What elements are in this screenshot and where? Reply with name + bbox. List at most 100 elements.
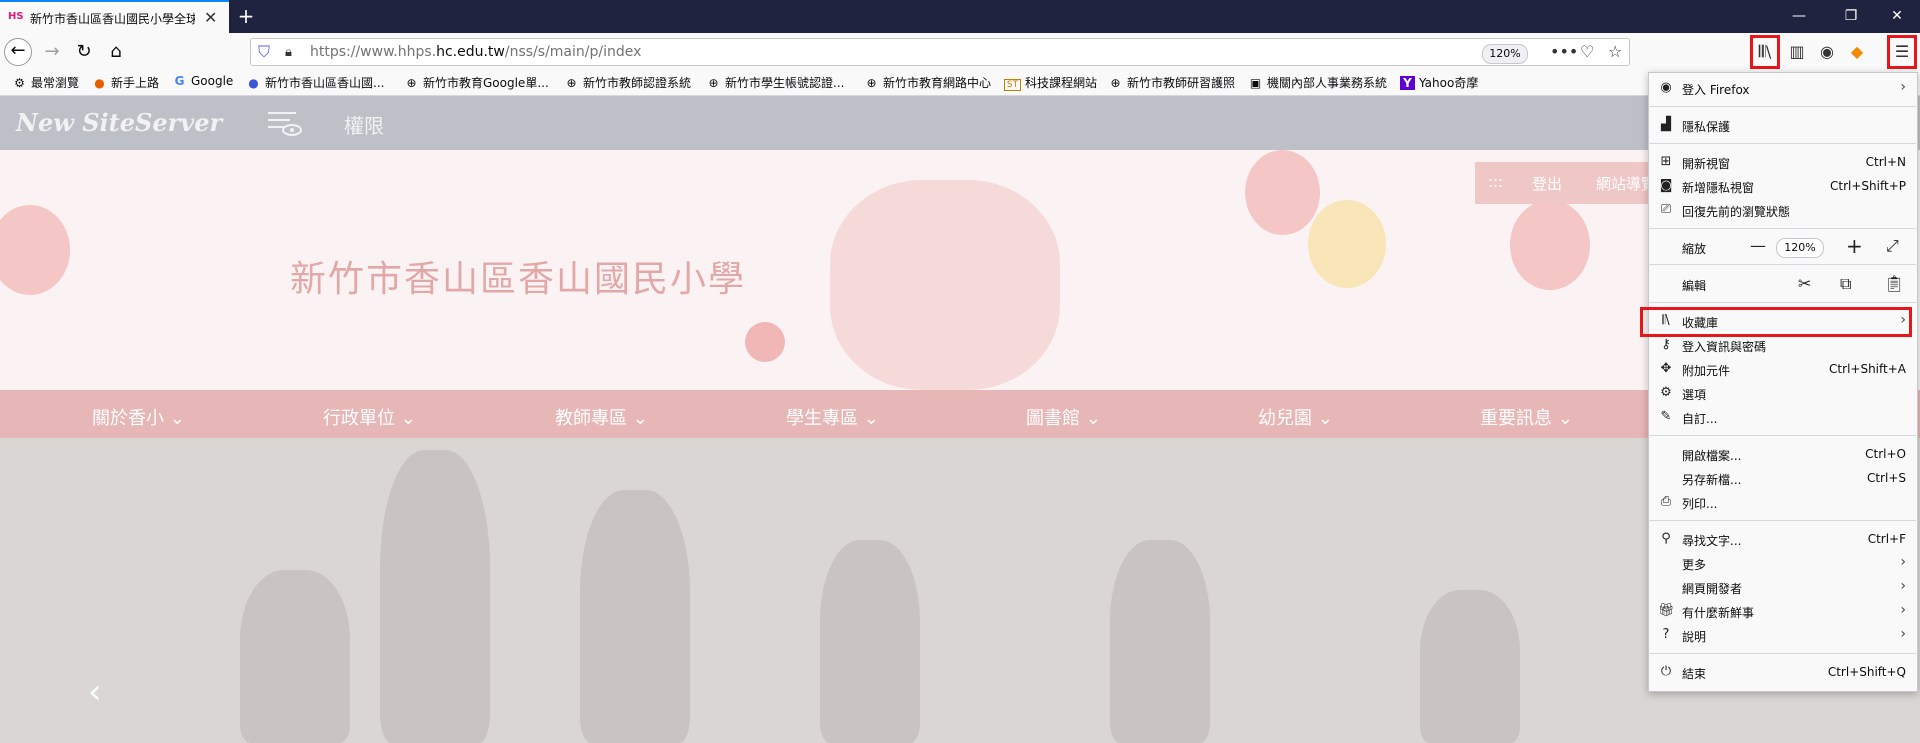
key-icon: ⚷ xyxy=(1661,337,1671,352)
browser-tab[interactable]: HS 新竹市香山區香山國民小學全球資訊網 ✕ xyxy=(0,0,229,33)
menu-separator xyxy=(1648,106,1916,107)
paintbrush-icon: ✎ xyxy=(1660,409,1672,424)
menu-whats-new[interactable]: 🎁︎ 有什麼新鮮事 › xyxy=(1654,600,1916,624)
menu-separator xyxy=(1648,302,1916,303)
zoom-indicator[interactable]: 120% xyxy=(1482,44,1528,64)
bookmark-item[interactable]: ⊕ 新竹市教師認證系統 xyxy=(564,74,691,91)
menu-item[interactable]: 重要訊息 ⌄ xyxy=(1480,404,1573,430)
bookmark-item[interactable]: ⊕ 新竹市教育Google單... xyxy=(404,74,548,91)
paste-icon[interactable]: 📋︎ xyxy=(1884,274,1904,293)
bookmark-item[interactable]: ST 科技課程網站 xyxy=(1004,74,1097,91)
menu-restore-session[interactable]: ⎚ 回復先前的瀏覽狀態 xyxy=(1654,199,1916,223)
menu-item[interactable]: 學生專區 ⌄ xyxy=(786,404,879,430)
url-text[interactable]: https://www.hhps.hc.edu.tw/nss/s/main/p/… xyxy=(310,44,641,60)
account-icon: ◉ xyxy=(1660,80,1672,95)
chevron-right-icon: › xyxy=(1900,578,1906,594)
logout-link[interactable]: 登出 xyxy=(1532,173,1562,194)
tab-close-icon[interactable]: ✕ xyxy=(204,8,217,27)
cut-icon[interactable]: ✂ xyxy=(1798,274,1811,293)
globe-icon: ⊕ xyxy=(406,76,417,90)
zoom-in-button[interactable]: + xyxy=(1846,234,1863,258)
restore-button[interactable]: ❐ xyxy=(1828,0,1874,33)
menu-item[interactable]: 圖書館 ⌄ xyxy=(1026,404,1101,430)
gear-icon: ⚙ xyxy=(14,76,25,90)
menu-item[interactable]: 教師專區 ⌄ xyxy=(555,404,648,430)
menu-options[interactable]: ⚙ 選項 xyxy=(1654,382,1916,406)
sidebar-icon[interactable]: ▥ xyxy=(1782,38,1812,66)
bookmark-star-icon[interactable]: ☆ xyxy=(1608,42,1622,61)
sitemap-link[interactable]: 網站導覽 xyxy=(1596,173,1656,194)
zoom-reset-button[interactable]: 120% xyxy=(1776,238,1824,258)
extension-icon[interactable]: ◆ xyxy=(1842,38,1872,66)
chevron-right-icon: › xyxy=(1900,602,1906,618)
forward-button[interactable]: → xyxy=(38,38,66,66)
accesskey-link[interactable]: ::: xyxy=(1488,173,1503,191)
carousel-prev-arrow[interactable]: ‹ xyxy=(88,672,102,712)
permission-link[interactable]: 權限 xyxy=(344,110,384,139)
school-name[interactable]: 新竹市香山區香山國民小學 xyxy=(290,250,746,302)
close-window-button[interactable]: ✕ xyxy=(1874,0,1920,33)
pocket-icon[interactable]: ♡ xyxy=(1580,42,1594,61)
bookmark-item[interactable]: ● 新手上路 xyxy=(92,74,159,91)
menu-help[interactable]: ? 說明 › xyxy=(1654,624,1916,648)
bookmark-item[interactable]: ● 新竹市香山區香山國... xyxy=(246,74,384,91)
account-icon[interactable]: ◉ xyxy=(1812,38,1842,66)
power-icon: ⏻ xyxy=(1660,664,1672,679)
menu-open-file[interactable]: 開啟檔案... Ctrl+O xyxy=(1654,443,1916,467)
menu-new-private-window[interactable]: ◙ 新增隱私視窗 Ctrl+Shift+P xyxy=(1654,175,1916,199)
reload-button[interactable]: ↻ xyxy=(70,38,98,66)
globe-icon: ⊕ xyxy=(708,76,719,90)
menu-item[interactable]: 行政單位 ⌄ xyxy=(323,404,416,430)
yahoo-icon: Y xyxy=(1400,76,1415,90)
site-menu-icon[interactable] xyxy=(268,108,302,138)
menu-library[interactable]: 𝄃\ 收藏庫 › xyxy=(1654,310,1916,334)
menu-signin[interactable]: ◉ 登入 Firefox › xyxy=(1654,77,1916,101)
menu-new-window[interactable]: ⊞ 開新視窗 Ctrl+N xyxy=(1654,151,1916,175)
bookmark-item[interactable]: ⚙ 最常瀏覽 xyxy=(12,74,79,91)
menu-quit[interactable]: ⏻ 結束 Ctrl+Shift+Q xyxy=(1654,661,1916,685)
menu-addons[interactable]: ✥ 附加元件 Ctrl+Shift+A xyxy=(1654,358,1916,382)
menu-item[interactable]: 關於香小 ⌄ xyxy=(92,404,185,430)
photo-person xyxy=(1110,540,1210,743)
bookmark-item[interactable]: Y Yahoo奇摩 xyxy=(1400,74,1478,91)
menu-find[interactable]: ⚲ 尋找文字... Ctrl+F xyxy=(1654,528,1916,552)
new-tab-button[interactable]: + xyxy=(232,4,260,28)
firefox-icon: ● xyxy=(248,76,259,90)
menu-customize[interactable]: ✎ 自訂... xyxy=(1654,406,1916,430)
home-button[interactable]: ⌂ xyxy=(102,38,130,66)
hamburger-menu-icon[interactable]: ☰ xyxy=(1887,35,1917,69)
copy-icon[interactable]: ⧉ xyxy=(1840,274,1851,294)
menu-logins[interactable]: ⚷ 登入資訊與密碼 xyxy=(1654,334,1916,358)
back-button[interactable]: ← xyxy=(4,38,32,66)
image-icon: ▣ xyxy=(1249,76,1262,90)
lion-dance-illustration xyxy=(830,180,1060,390)
zoom-out-button[interactable]: — xyxy=(1750,236,1766,255)
page-actions-icon[interactable]: ••• xyxy=(1550,42,1578,61)
new-window-icon: ⊞ xyxy=(1660,154,1672,169)
chart-icon: ▟ xyxy=(1661,117,1671,132)
menu-item[interactable]: 幼兒園 ⌄ xyxy=(1258,404,1333,430)
tracking-shield-icon[interactable]: ⛉ xyxy=(258,42,270,62)
menu-web-developer[interactable]: 網頁開發者 › xyxy=(1654,576,1916,600)
site-logo[interactable]: New SiteServer xyxy=(16,108,222,137)
bookmark-item[interactable]: ▣ 機關內部人事業務系統 xyxy=(1248,74,1387,91)
bookmark-item[interactable]: ⊕ 新竹市學生帳號認證... xyxy=(706,74,844,91)
bookmark-item[interactable]: ⊕ 新竹市教育網路中心 xyxy=(864,74,991,91)
photo-person xyxy=(1420,590,1520,743)
menu-print[interactable]: ⎙ 列印... xyxy=(1654,491,1916,515)
lock-icon[interactable]: 🔒︎ xyxy=(285,45,292,60)
menu-privacy[interactable]: ▟ 隱私保護 xyxy=(1654,114,1916,138)
library-icon[interactable]: 𝄃𝄃\ xyxy=(1750,35,1780,69)
fullscreen-icon[interactable]: ⤢ xyxy=(1886,236,1899,256)
menu-save-as[interactable]: 另存新檔... Ctrl+S xyxy=(1654,467,1916,491)
restore-icon: ⎚ xyxy=(1660,202,1672,217)
globe-icon: ⊕ xyxy=(566,76,577,90)
bookmark-item[interactable]: G Google xyxy=(172,74,234,88)
lantern-decoration xyxy=(1245,150,1320,235)
menu-more[interactable]: 更多 › xyxy=(1654,552,1916,576)
gift-icon: 🎁︎ xyxy=(1658,603,1675,618)
gear-icon: ⚙ xyxy=(1660,385,1672,400)
bookmark-item[interactable]: ⊕ 新竹市教師研習護照 xyxy=(1108,74,1235,91)
chevron-right-icon: › xyxy=(1900,79,1906,95)
minimize-button[interactable]: — xyxy=(1776,0,1822,33)
